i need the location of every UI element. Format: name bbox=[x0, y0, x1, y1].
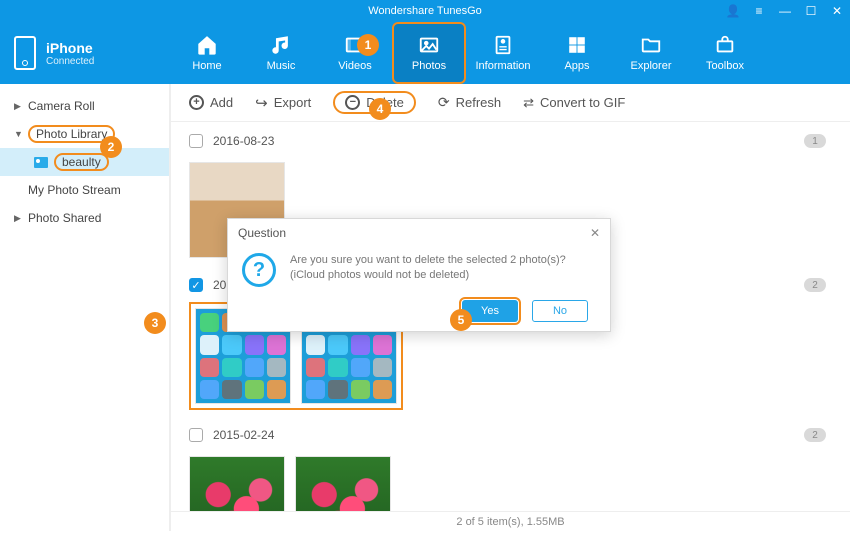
convert-icon: ⇄ bbox=[523, 95, 534, 111]
add-button[interactable]: + Add bbox=[189, 95, 233, 110]
group-date: 2015-02-24 bbox=[213, 428, 274, 442]
toolbar: + Add ↪ Export − Delete ⟳ Refresh ⇄ Conv… bbox=[171, 84, 850, 122]
phone-icon bbox=[14, 36, 36, 70]
question-icon: ? bbox=[242, 253, 276, 287]
annotation-balloon: 4 bbox=[369, 98, 391, 120]
sidebar-item-my-photo-stream[interactable]: My Photo Stream bbox=[0, 176, 169, 204]
checkbox[interactable] bbox=[189, 428, 203, 442]
minimize-icon[interactable]: — bbox=[778, 4, 792, 18]
device-panel[interactable]: iPhone Connected bbox=[0, 22, 170, 84]
sidebar-item-label: My Photo Stream bbox=[28, 183, 121, 197]
window-controls: 👤 ≡ — ☐ ✕ bbox=[726, 0, 844, 22]
chevron-down-icon: ▼ bbox=[14, 129, 22, 139]
export-button[interactable]: ↪ Export bbox=[255, 94, 311, 112]
nav-label: Videos bbox=[338, 60, 371, 72]
user-icon[interactable]: 👤 bbox=[726, 4, 740, 18]
sidebar-item-camera-roll[interactable]: ▶ Camera Roll bbox=[0, 92, 169, 120]
sidebar-item-label: beaulty bbox=[54, 153, 109, 171]
menu-icon[interactable]: ≡ bbox=[752, 4, 766, 18]
status-bar: 2 of 5 item(s), 1.55MB bbox=[171, 511, 850, 531]
no-button[interactable]: No bbox=[532, 300, 588, 322]
nav-label: Toolbox bbox=[706, 60, 744, 72]
nav-information[interactable]: Information bbox=[466, 22, 540, 84]
main-nav: Home Music Videos Photos Information App… bbox=[170, 22, 850, 84]
confirm-dialog: Question ✕ ? Are you sure you want to de… bbox=[227, 218, 611, 332]
nav-label: Information bbox=[475, 60, 530, 72]
device-name: iPhone bbox=[46, 40, 94, 56]
nav-label: Photos bbox=[412, 60, 446, 72]
annotation-balloon: 1 bbox=[357, 34, 379, 56]
refresh-icon: ⟳ bbox=[438, 94, 450, 111]
chevron-right-icon: ▶ bbox=[14, 213, 22, 224]
header: iPhone Connected Home Music Videos Photo… bbox=[0, 22, 850, 84]
close-icon[interactable]: ✕ bbox=[830, 4, 844, 18]
sidebar-item-beaulty[interactable]: beaulty bbox=[0, 148, 169, 176]
button-label: Yes bbox=[481, 305, 499, 317]
annotation-balloon: 3 bbox=[144, 312, 166, 334]
dialog-message: Are you sure you want to delete the sele… bbox=[290, 253, 596, 284]
nav-photos[interactable]: Photos bbox=[392, 22, 466, 84]
app-title: Wondershare TunesGo bbox=[368, 5, 482, 17]
nav-music[interactable]: Music bbox=[244, 22, 318, 84]
status-text: 2 of 5 item(s), 1.55MB bbox=[456, 516, 564, 528]
group-count: 1 bbox=[804, 134, 826, 148]
nav-label: Apps bbox=[564, 60, 589, 72]
sidebar: ▶ Camera Roll ▼ Photo Library beaulty My… bbox=[0, 84, 170, 531]
button-label: Add bbox=[210, 95, 233, 110]
photo-thumbnail[interactable] bbox=[189, 456, 285, 511]
group-count: 2 bbox=[804, 428, 826, 442]
nav-label: Music bbox=[267, 60, 296, 72]
minus-icon: − bbox=[345, 95, 360, 110]
plus-icon: + bbox=[189, 95, 204, 110]
maximize-icon[interactable]: ☐ bbox=[804, 4, 818, 18]
export-icon: ↪ bbox=[255, 94, 268, 112]
chevron-right-icon: ▶ bbox=[14, 101, 22, 112]
title-bar: Wondershare TunesGo 👤 ≡ — ☐ ✕ bbox=[0, 0, 850, 22]
nav-home[interactable]: Home bbox=[170, 22, 244, 84]
sidebar-item-photo-shared[interactable]: ▶ Photo Shared bbox=[0, 204, 169, 232]
group-header[interactable]: 2016-08-23 1 bbox=[189, 128, 832, 154]
photo-thumbnail[interactable] bbox=[295, 456, 391, 511]
sidebar-item-photo-library[interactable]: ▼ Photo Library bbox=[0, 120, 169, 148]
button-label: Export bbox=[274, 95, 312, 110]
dialog-title: Question bbox=[238, 226, 286, 240]
annotation-balloon: 2 bbox=[100, 136, 122, 158]
button-label: Refresh bbox=[456, 95, 502, 110]
album-icon bbox=[34, 157, 48, 168]
device-status: Connected bbox=[46, 56, 94, 67]
annotation-balloon: 5 bbox=[450, 309, 472, 331]
sidebar-item-label: Camera Roll bbox=[28, 99, 95, 113]
group-date: 2016-08-23 bbox=[213, 134, 274, 148]
nav-explorer[interactable]: Explorer bbox=[614, 22, 688, 84]
checkbox[interactable] bbox=[189, 134, 203, 148]
close-icon[interactable]: ✕ bbox=[590, 226, 600, 240]
sidebar-item-label: Photo Shared bbox=[28, 211, 101, 225]
button-label: No bbox=[553, 305, 567, 317]
nav-toolbox[interactable]: Toolbox bbox=[688, 22, 762, 84]
nav-label: Home bbox=[192, 60, 221, 72]
checkbox-checked[interactable]: ✓ bbox=[189, 278, 203, 292]
nav-label: Explorer bbox=[631, 60, 672, 72]
convert-gif-button[interactable]: ⇄ Convert to GIF bbox=[523, 95, 625, 111]
nav-videos[interactable]: Videos bbox=[318, 22, 392, 84]
button-label: Convert to GIF bbox=[540, 95, 625, 110]
nav-apps[interactable]: Apps bbox=[540, 22, 614, 84]
refresh-button[interactable]: ⟳ Refresh bbox=[438, 94, 501, 111]
group-count: 2 bbox=[804, 278, 826, 292]
group-header[interactable]: 2015-02-24 2 bbox=[189, 422, 832, 448]
